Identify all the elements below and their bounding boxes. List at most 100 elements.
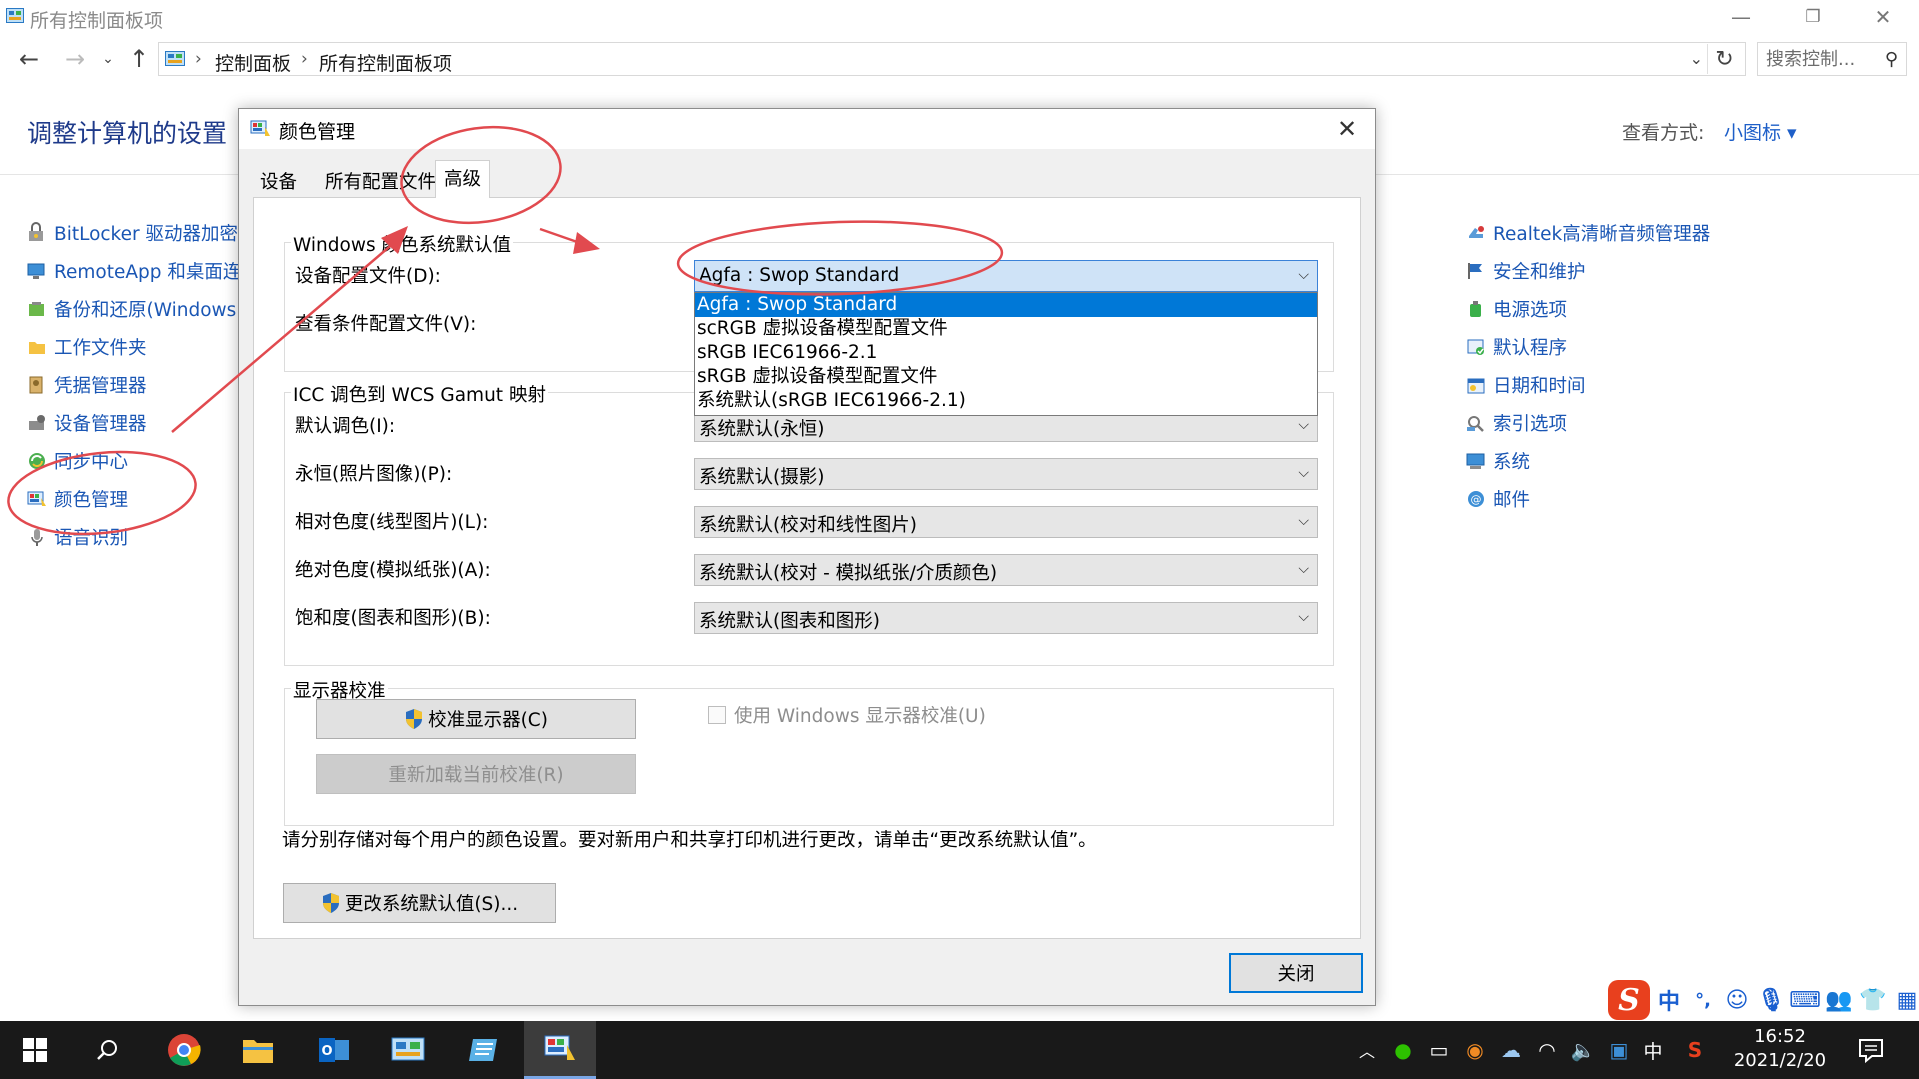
start-button[interactable] <box>0 1021 70 1079</box>
control-panel-icon <box>391 1037 425 1061</box>
button-label: 关闭 <box>1277 964 1315 985</box>
viewing-condition-label: 查看条件配置文件(V): <box>295 314 477 335</box>
toolbox-icon[interactable]: ▦ <box>1892 985 1919 1015</box>
cp-item-security-maintenance[interactable]: 安全和维护 <box>1465 256 1586 286</box>
wechat-icon[interactable]: ● <box>1390 1037 1416 1063</box>
microphone-icon[interactable]: 🎙 <box>1756 985 1786 1015</box>
cp-item-system[interactable]: 系统 <box>1465 446 1530 476</box>
cp-item-bitlocker[interactable]: BitLocker 驱动器加密 <box>26 218 238 248</box>
button-label: 校准显示器(C) <box>428 710 548 731</box>
realtek-audio-icon <box>1469 226 1484 238</box>
close-dialog-button[interactable]: 关闭 <box>1229 953 1363 993</box>
address-bar[interactable]: › 控制面板 › 所有控制面板项 ⌄ ↻ <box>158 42 1746 76</box>
emoji-icon[interactable]: ☺ <box>1722 985 1752 1015</box>
breadcrumb-control-panel[interactable]: 控制面板 <box>215 49 291 76</box>
dialog-close-icon[interactable]: ✕ <box>1327 113 1367 145</box>
refresh-icon[interactable]: ↻ <box>1707 44 1741 74</box>
control-panel-taskbar-button[interactable] <box>372 1021 444 1079</box>
calibrate-display-button[interactable]: 校准显示器(C) <box>316 699 636 739</box>
volume-icon[interactable]: 🔈 <box>1570 1037 1596 1063</box>
tab-all-profiles[interactable]: 所有配置文件 <box>317 164 444 196</box>
address-dropdown-icon[interactable]: ⌄ <box>1690 49 1703 68</box>
bitlocker-icon <box>29 222 43 241</box>
breadcrumb-all-items[interactable]: 所有控制面板项 <box>319 49 452 76</box>
outlook-tray-icon[interactable]: ▣ <box>1606 1037 1632 1063</box>
dropdown-option[interactable]: 系统默认(sRGB IEC61966-2.1) <box>695 389 1317 413</box>
chevron-down-icon: ⌵ <box>1298 561 1309 577</box>
change-system-defaults-button[interactable]: 更改系统默认值(S)... <box>283 883 556 923</box>
reload-calibration-button[interactable]: 重新加载当前校准(R) <box>316 754 636 794</box>
notepad-app-icon <box>469 1039 497 1061</box>
device-profile-combobox[interactable]: Agfa : Swop Standard ⌵ <box>694 260 1318 292</box>
work-folders-icon <box>29 342 45 354</box>
color-management-taskbar-button[interactable] <box>524 1021 596 1079</box>
cp-item-device-manager[interactable]: 设备管理器 <box>26 408 147 438</box>
search-icon[interactable]: ⚲ <box>1885 49 1898 70</box>
keyboard-icon[interactable]: ⌨ <box>1789 985 1821 1015</box>
dropdown-option[interactable]: sRGB 虚拟设备模型配置文件 <box>695 365 1317 389</box>
checkbox-box[interactable] <box>708 706 726 724</box>
notification-center-icon[interactable] <box>1856 1035 1886 1065</box>
cp-item-backup[interactable]: 备份和还原(Windows <box>26 294 236 324</box>
cp-item-speech-recognition[interactable]: 语音识别 <box>26 522 128 552</box>
app-tray-icon[interactable]: ◉ <box>1462 1037 1488 1063</box>
battery-icon[interactable]: ▭ <box>1426 1037 1452 1063</box>
show-hidden-icons-chevron-icon[interactable]: ︿ <box>1354 1037 1380 1063</box>
minimize-button[interactable]: — <box>1711 0 1771 34</box>
app-taskbar-button[interactable] <box>448 1021 520 1079</box>
dropdown-option[interactable]: Agfa : Swop Standard <box>695 293 1317 317</box>
group-legend: ICC 调色到 WCS Gamut 映射 <box>291 381 548 407</box>
cp-item-remoteapp[interactable]: RemoteApp 和桌面连 <box>26 256 241 286</box>
chrome-taskbar-button[interactable] <box>148 1021 220 1079</box>
cp-item-mail[interactable]: @ 邮件 <box>1465 484 1530 514</box>
skin-icon[interactable]: 👕 <box>1858 985 1888 1015</box>
tab-devices[interactable]: 设备 <box>252 164 305 196</box>
close-window-button[interactable]: ✕ <box>1853 0 1913 34</box>
users-icon[interactable]: 👥 <box>1824 985 1854 1015</box>
absolute-colorimetric-combobox[interactable]: 系统默认(校对 - 模拟纸张/介质颜色) ⌵ <box>694 554 1318 586</box>
ime-mode-icon[interactable]: 中 <box>1654 985 1684 1015</box>
view-by-dropdown[interactable]: 小图标 ▾ <box>1724 118 1797 145</box>
cp-item-credential-manager[interactable]: 凭据管理器 <box>26 370 147 400</box>
button-label: 重新加载当前校准(R) <box>388 765 564 786</box>
cp-item-indexing-options[interactable]: 索引选项 <box>1465 408 1567 438</box>
onedrive-icon[interactable]: ☁ <box>1498 1037 1524 1063</box>
forward-arrow-icon[interactable]: → <box>60 44 90 74</box>
cp-item-power-options[interactable]: 电源选项 <box>1465 294 1567 324</box>
back-arrow-icon[interactable]: ← <box>14 44 44 74</box>
saturation-combobox[interactable]: 系统默认(图表和图形) ⌵ <box>694 602 1318 634</box>
cp-item-default-programs[interactable]: 默认程序 <box>1465 332 1567 362</box>
system-clock[interactable]: 16:52 2021/2/20 <box>1724 1025 1836 1073</box>
uac-shield-icon <box>322 893 339 913</box>
ime-punctuation-icon[interactable]: °, <box>1688 985 1718 1015</box>
cp-item-color-management[interactable]: 颜色管理 <box>26 484 128 514</box>
restore-button[interactable]: ❐ <box>1783 0 1843 34</box>
cp-item-sync-center[interactable]: 同步中心 <box>26 446 128 476</box>
cp-item-label: 索引选项 <box>1493 414 1568 435</box>
tab-advanced[interactable]: 高级 <box>435 160 491 198</box>
cp-item-label: BitLocker 驱动器加密 <box>54 224 238 245</box>
dropdown-option[interactable]: scRGB 虚拟设备模型配置文件 <box>695 317 1317 341</box>
wifi-icon[interactable]: ◠ <box>1534 1037 1560 1063</box>
backup-icon <box>29 302 44 316</box>
sogou-logo-icon[interactable]: S <box>1608 980 1650 1020</box>
dropdown-option[interactable]: sRGB IEC61966-2.1 <box>695 341 1317 365</box>
search-input[interactable] <box>1766 48 1876 70</box>
search-box[interactable]: ⚲ <box>1757 42 1907 76</box>
button-label: 更改系统默认值(S)... <box>344 894 519 915</box>
perceptual-combobox[interactable]: 系统默认(摄影) ⌵ <box>694 458 1318 490</box>
cp-item-work-folders[interactable]: 工作文件夹 <box>26 332 147 362</box>
sogou-tray-icon[interactable]: S <box>1682 1037 1708 1063</box>
relative-colorimetric-combobox[interactable]: 系统默认(校对和线性图片) ⌵ <box>694 506 1318 538</box>
cp-item-realtek-audio[interactable]: Realtek高清晰音频管理器 <box>1465 218 1710 248</box>
gamut-row-label: 永恒(照片图像)(P): <box>295 464 453 485</box>
up-arrow-icon[interactable]: ↑ <box>126 44 152 74</box>
search-taskbar-button[interactable] <box>72 1021 144 1079</box>
use-windows-calibration-checkbox[interactable]: 使用 Windows 显示器校准(U) <box>708 702 986 728</box>
cp-item-label: 语音识别 <box>54 528 129 549</box>
file-explorer-taskbar-button[interactable] <box>222 1021 294 1079</box>
cp-item-date-time[interactable]: 日期和时间 <box>1465 370 1586 400</box>
outlook-taskbar-button[interactable]: O <box>298 1021 370 1079</box>
recent-locations-chevron-icon[interactable]: ⌄ <box>98 44 118 74</box>
input-language-indicator[interactable]: 中 <box>1640 1037 1666 1063</box>
